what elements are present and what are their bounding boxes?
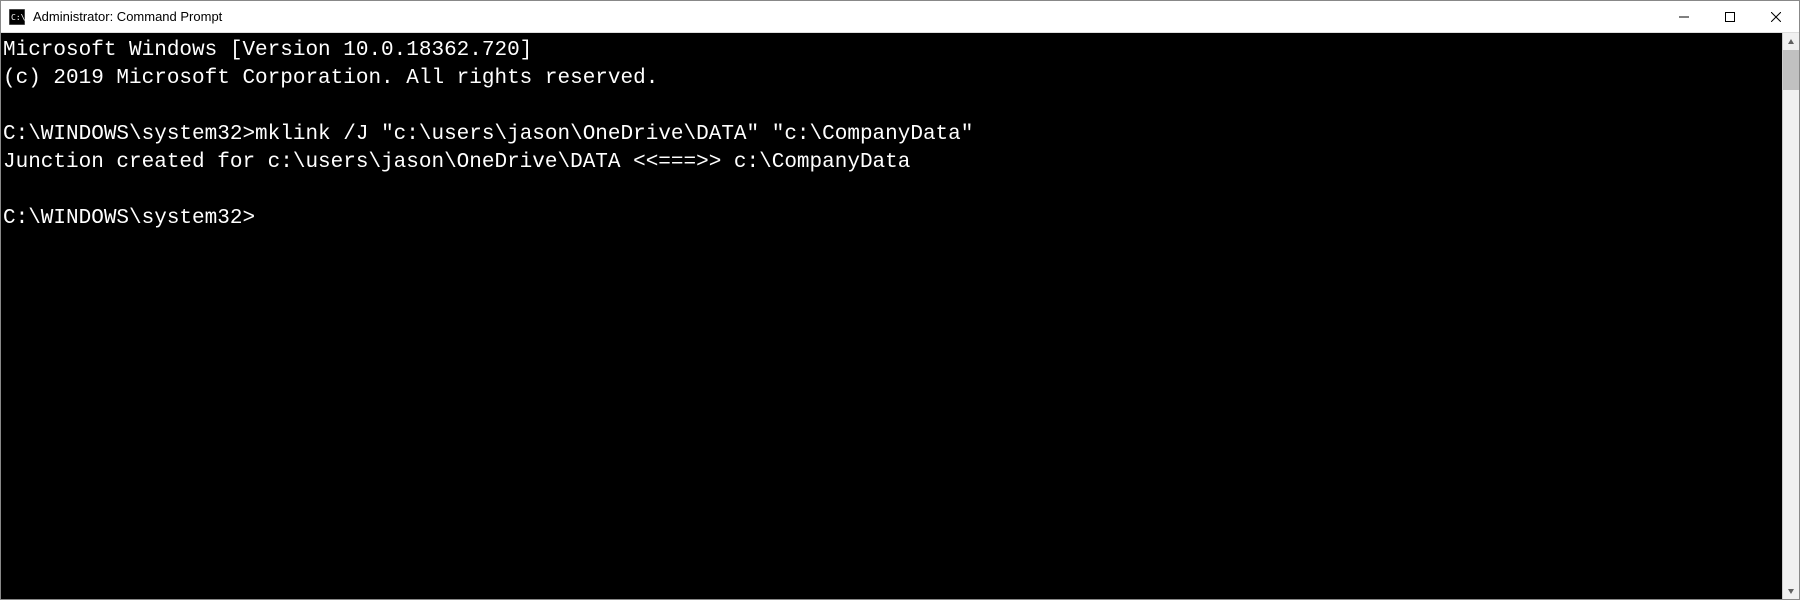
- copyright-line: (c) 2019 Microsoft Corporation. All righ…: [3, 65, 1780, 93]
- minimize-button[interactable]: [1661, 1, 1707, 32]
- vertical-scrollbar[interactable]: [1782, 33, 1799, 599]
- prompt: C:\WINDOWS\system32>: [3, 123, 255, 146]
- blank-line: [3, 93, 1780, 121]
- content-area: Microsoft Windows [Version 10.0.18362.72…: [1, 33, 1799, 599]
- typed-command: mklink /J "c:\users\jason\OneDrive\DATA"…: [255, 123, 973, 146]
- command-line: C:\WINDOWS\system32>mklink /J "c:\users\…: [3, 121, 1780, 149]
- window-title: Administrator: Command Prompt: [33, 9, 1661, 24]
- svg-text:C:\: C:\: [11, 13, 25, 22]
- current-prompt: C:\WINDOWS\system32>: [3, 205, 1780, 233]
- scrollbar-thumb[interactable]: [1783, 50, 1799, 90]
- result-line: Junction created for c:\users\jason\OneD…: [3, 149, 1780, 177]
- terminal-output[interactable]: Microsoft Windows [Version 10.0.18362.72…: [1, 33, 1782, 599]
- maximize-button[interactable]: [1707, 1, 1753, 32]
- version-line: Microsoft Windows [Version 10.0.18362.72…: [3, 37, 1780, 65]
- cmd-app-icon: C:\: [9, 9, 25, 25]
- close-button[interactable]: [1753, 1, 1799, 32]
- scroll-down-arrow[interactable]: [1783, 582, 1799, 599]
- blank-line: [3, 177, 1780, 205]
- window-controls: [1661, 1, 1799, 32]
- scroll-up-arrow[interactable]: [1783, 33, 1799, 50]
- scrollbar-track[interactable]: [1783, 50, 1799, 582]
- titlebar[interactable]: C:\ Administrator: Command Prompt: [1, 1, 1799, 33]
- cmd-window: C:\ Administrator: Command Prompt Micros…: [0, 0, 1800, 600]
